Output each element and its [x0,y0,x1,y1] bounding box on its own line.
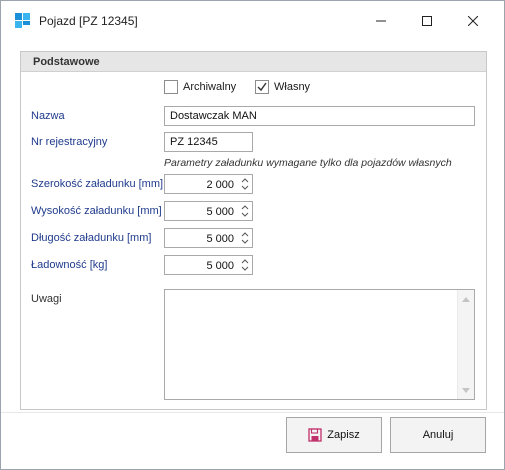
szerokosc-label: Szerokość załadunku [mm] [31,178,164,190]
nazwa-label: Nazwa [31,110,65,122]
spin-up-icon[interactable] [240,231,250,238]
szerokosc-value: 2 000 [206,179,234,191]
group-header: Podstawowe [21,52,486,72]
maximize-button[interactable] [404,1,450,41]
minimize-icon [376,16,386,26]
app-grid-icon [15,13,31,29]
minimize-button[interactable] [358,1,404,41]
spin-down-icon[interactable] [240,265,250,272]
floppy-disk-icon [308,428,322,442]
wysokosc-label: Wysokość załadunku [mm] [31,205,162,217]
spin-down-icon[interactable] [240,211,250,218]
close-button[interactable] [450,1,496,41]
close-icon [468,16,478,26]
cancel-button-label: Anuluj [422,429,454,441]
dialog-window: Pojazd [PZ 12345] Podstawowe Archiwalny [0,0,505,470]
spin-up-icon[interactable] [240,177,250,184]
window-title: Pojazd [PZ 12345] [39,14,138,28]
archiwalny-label[interactable]: Archiwalny [183,81,236,93]
nr-rejestracyjny-label: Nr rejestracyjny [31,136,108,148]
save-button[interactable]: Zapisz [286,417,382,453]
spin-arrows[interactable] [240,231,250,246]
wysokosc-spinner[interactable]: 5 000 [164,201,253,221]
dlugosc-value: 5 000 [206,233,234,245]
spin-arrows[interactable] [240,258,250,273]
ladownosc-value: 5 000 [206,260,234,272]
spin-down-icon[interactable] [240,238,250,245]
load-params-hint: Parametry załadunku wymagane tylko dla p… [164,157,452,169]
nr-rejestracyjny-input[interactable]: PZ 12345 [164,132,253,152]
nazwa-input[interactable]: Dostawczak MAN [164,106,475,126]
szerokosc-spinner[interactable]: 2 000 [164,174,253,194]
dlugosc-spinner[interactable]: 5 000 [164,228,253,248]
cancel-button[interactable]: Anuluj [390,417,486,453]
maximize-icon [422,16,432,26]
ladownosc-label: Ładowność [kg] [31,259,108,271]
spin-arrows[interactable] [240,177,250,192]
scroll-down-icon[interactable] [462,384,470,396]
dlugosc-label: Długość załadunku [mm] [31,232,152,244]
wysokosc-value: 5 000 [206,206,234,218]
checkmark-icon [256,81,268,93]
spin-down-icon[interactable] [240,184,250,191]
archiwalny-checkbox[interactable] [164,80,178,94]
footer-separator [1,412,504,413]
group-title: Podstawowe [33,56,100,68]
spin-up-icon[interactable] [240,258,250,265]
group-basic: Podstawowe Archiwalny Własny Nazwa Dosta… [20,51,487,410]
save-button-label: Zapisz [327,429,360,441]
wlasny-checkbox[interactable] [255,80,269,94]
title-bar[interactable]: Pojazd [PZ 12345] [1,1,504,41]
spin-up-icon[interactable] [240,204,250,211]
uwagi-textarea[interactable] [164,289,475,400]
wlasny-label[interactable]: Własny [274,81,310,93]
ladownosc-spinner[interactable]: 5 000 [164,255,253,275]
uwagi-label: Uwagi [31,293,62,305]
scroll-up-icon[interactable] [462,293,470,305]
uwagi-scrollbar[interactable] [457,290,474,399]
spin-arrows[interactable] [240,204,250,219]
